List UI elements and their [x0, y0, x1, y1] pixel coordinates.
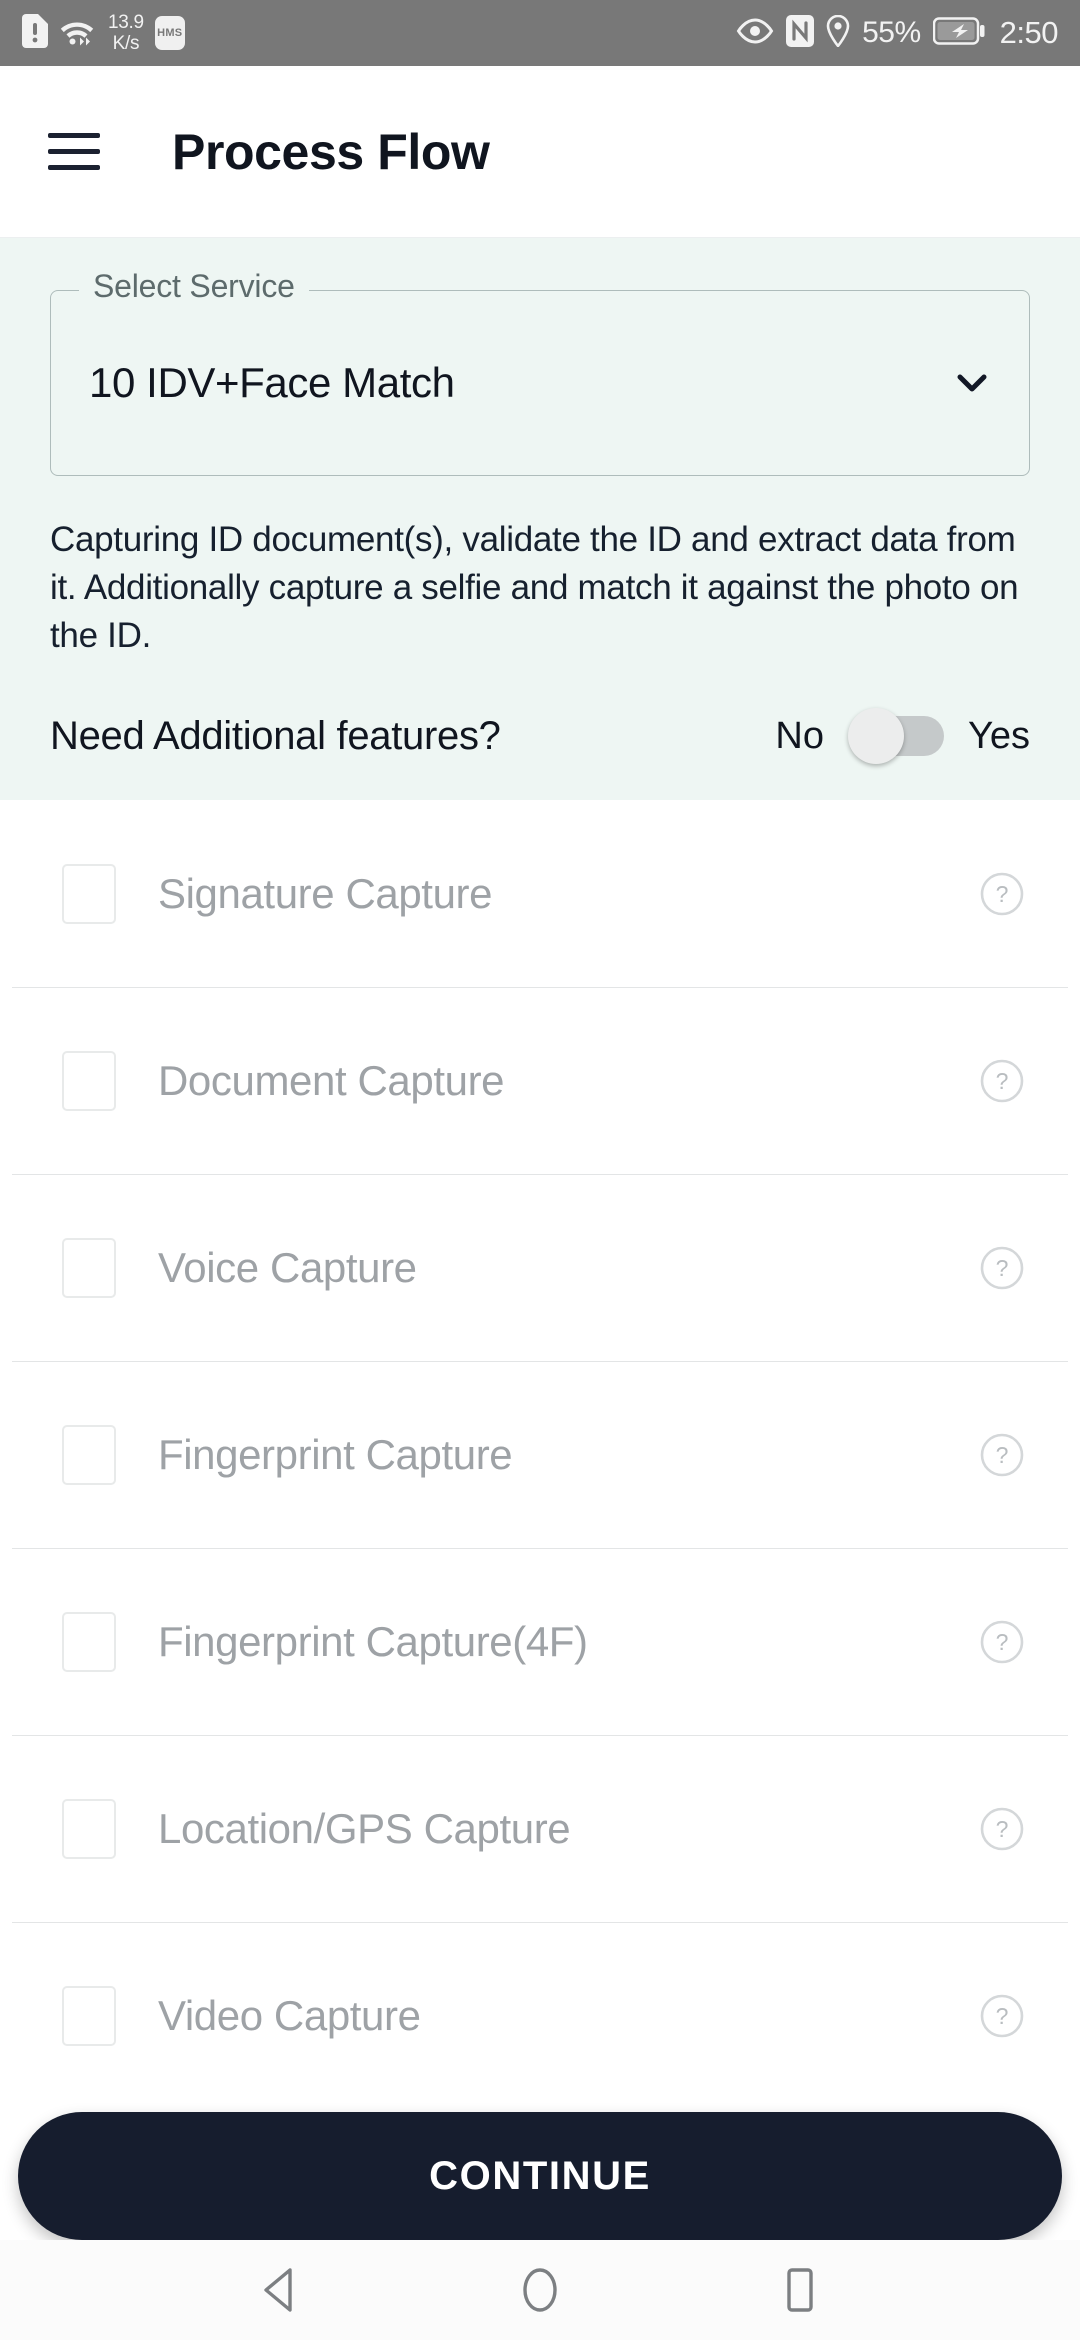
hamburger-menu-icon[interactable] — [48, 133, 100, 170]
svg-text:?: ? — [996, 1442, 1009, 1468]
feature-label: Location/GPS Capture — [158, 1804, 571, 1852]
svg-text:?: ? — [996, 1816, 1009, 1842]
feature-checkbox[interactable] — [62, 1798, 116, 1859]
list-item[interactable]: Voice Capture ? — [0, 1174, 1080, 1361]
additional-features-row: Need Additional features? No Yes — [50, 708, 1030, 764]
network-speed-value: 13.9 — [108, 12, 144, 33]
toggle-on-label: Yes — [968, 714, 1030, 757]
hamburger-line — [48, 133, 100, 138]
chevron-down-icon[interactable] — [949, 360, 995, 406]
svg-text:?: ? — [996, 1068, 1009, 1094]
help-circle-icon[interactable]: ? — [978, 1805, 1026, 1853]
feature-label: Voice Capture — [158, 1243, 417, 1291]
battery-percent: 55% — [862, 16, 921, 49]
selected-service-value: 10 IDV+Face Match — [89, 359, 455, 406]
help-circle-icon[interactable]: ? — [978, 1431, 1026, 1479]
svg-text:?: ? — [996, 1255, 1009, 1281]
page-title: Process Flow — [172, 123, 490, 180]
network-speed-unit: K/s — [112, 33, 140, 54]
back-triangle-icon[interactable] — [245, 2255, 315, 2325]
eye-icon — [736, 17, 774, 49]
wifi-icon — [59, 16, 95, 51]
help-circle-icon[interactable]: ? — [978, 870, 1026, 918]
select-service-field[interactable]: Select Service 10 IDV+Face Match — [50, 268, 1030, 476]
list-item[interactable]: Location/GPS Capture ? — [0, 1735, 1080, 1922]
list-item[interactable]: Fingerprint Capture ? — [0, 1361, 1080, 1548]
svg-text:?: ? — [996, 2003, 1009, 2029]
help-circle-icon[interactable]: ? — [978, 1992, 1026, 2040]
feature-checkbox[interactable] — [62, 1050, 116, 1111]
feature-checkbox[interactable] — [62, 1237, 116, 1298]
service-panel: Select Service 10 IDV+Face Match Capturi… — [0, 238, 1080, 800]
status-bar: 13.9 K/s HMS 55% 2:50 — [0, 0, 1080, 66]
feature-checkbox[interactable] — [62, 863, 116, 924]
feature-list: Signature Capture ? Document Capture ? V… — [0, 800, 1080, 2109]
sim-alert-icon — [22, 13, 48, 53]
service-description: Capturing ID document(s), validate the I… — [50, 520, 1019, 655]
hamburger-line — [48, 149, 100, 154]
feature-label: Fingerprint Capture(4F) — [158, 1617, 588, 1665]
toggle-thumb — [848, 708, 904, 764]
recents-square-icon[interactable] — [765, 2255, 835, 2325]
select-service-box[interactable]: Select Service 10 IDV+Face Match — [50, 268, 1030, 476]
status-bar-left: 13.9 K/s HMS — [22, 12, 736, 54]
select-service-label: Select Service — [79, 268, 309, 305]
additional-features-toggle[interactable] — [848, 708, 944, 764]
home-circle-icon[interactable] — [505, 2255, 575, 2325]
phone-screen: 13.9 K/s HMS 55% 2:50 Process Flow Selec… — [0, 0, 1080, 2340]
continue-button[interactable]: CONTINUE — [18, 2112, 1062, 2240]
nfc-icon — [786, 14, 815, 52]
feature-checkbox[interactable] — [62, 1424, 116, 1485]
android-nav-bar — [0, 2240, 1080, 2340]
status-bar-right: 55% 2:50 — [736, 14, 1059, 52]
svg-text:?: ? — [996, 1629, 1009, 1655]
clock: 2:50 — [999, 15, 1059, 50]
feature-label: Fingerprint Capture — [158, 1430, 513, 1478]
app-bar: Process Flow — [0, 66, 1080, 238]
feature-checkbox[interactable] — [62, 1611, 116, 1672]
list-item[interactable]: Document Capture ? — [0, 987, 1080, 1174]
hms-badge: HMS — [154, 16, 185, 50]
list-item[interactable]: Fingerprint Capture(4F) ? — [0, 1548, 1080, 1735]
feature-label: Document Capture — [158, 1056, 505, 1104]
location-pin-icon — [826, 14, 850, 52]
continue-button-zone: CONTINUE — [0, 2112, 1080, 2240]
help-circle-icon[interactable]: ? — [978, 1244, 1026, 1292]
toggle-off-label: No — [775, 714, 824, 757]
hamburger-line — [48, 165, 100, 170]
network-speed: 13.9 K/s — [108, 12, 144, 54]
svg-text:?: ? — [996, 881, 1009, 907]
list-item[interactable]: Video Capture ? — [0, 1922, 1080, 2109]
feature-label: Video Capture — [158, 1991, 421, 2039]
help-circle-icon[interactable]: ? — [978, 1057, 1026, 1105]
continue-button-label: CONTINUE — [429, 2153, 651, 2198]
list-item[interactable]: Signature Capture ? — [0, 800, 1080, 987]
additional-features-question: Need Additional features? — [50, 713, 501, 758]
feature-label: Signature Capture — [158, 869, 493, 917]
battery-charging-icon — [932, 16, 985, 50]
feature-checkbox[interactable] — [62, 1985, 116, 2046]
help-circle-icon[interactable]: ? — [978, 1618, 1026, 1666]
